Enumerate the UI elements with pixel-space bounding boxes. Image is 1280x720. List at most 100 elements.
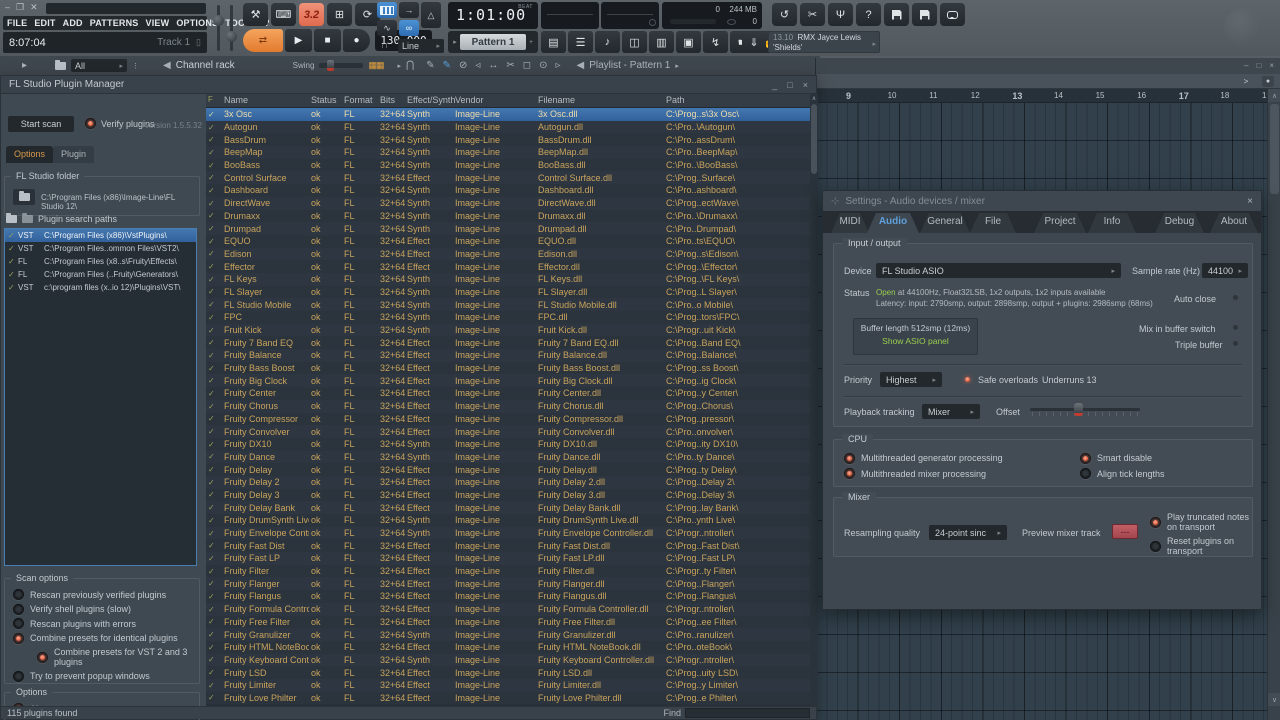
record-button[interactable]: ● [343, 29, 370, 52]
step-grid-icon[interactable]: ▦▦ [368, 60, 383, 71]
play-button[interactable]: ▶ [285, 29, 312, 52]
settings-tab-midi[interactable]: MIDI [831, 213, 869, 233]
search-path-item[interactable]: ✓FLC:\Program Files (x8..s\Fruity\Effect… [5, 255, 196, 268]
device-dropdown[interactable]: FL Studio ASIO▸ [876, 263, 1121, 278]
playlist-record-icon[interactable]: ● [1262, 76, 1274, 87]
beat-position-indicator[interactable]: 3.2 [299, 3, 324, 26]
sample-rate-dropdown[interactable]: 44100▸ [1202, 263, 1248, 278]
playlist-maximize-icon[interactable]: □ [1256, 61, 1261, 70]
table-row[interactable]: ✓Fruity ConvolverokFL32+64EffectImage-Li… [206, 425, 818, 438]
table-row[interactable]: ✓Fruity CenterokFL32+64EffectImage-LineF… [206, 387, 818, 400]
cpu-option-radio[interactable] [1080, 453, 1091, 464]
column-header-format[interactable]: Format [342, 94, 378, 107]
resampling-quality-dropdown[interactable]: 24-point sinc▸ [929, 525, 1007, 540]
table-row[interactable]: ✓Fruity Big ClockokFL32+64EffectImage-Li… [206, 374, 818, 387]
mute-icon[interactable]: ◃ [475, 60, 480, 71]
app-close-icon[interactable]: ✕ [30, 2, 38, 13]
channel-rack-label[interactable]: Channel rack [176, 60, 235, 71]
preview-mixer-track-selector[interactable]: --- [1112, 524, 1138, 539]
column-header-effect-synth[interactable]: Effect/Synth [405, 94, 453, 107]
show-asio-panel-link[interactable]: Show ASIO panel [854, 336, 977, 346]
mixer-option-radio[interactable] [1150, 541, 1161, 552]
menu-item-file[interactable]: FILE [7, 18, 27, 28]
scan-option-radio[interactable] [13, 671, 24, 682]
table-row[interactable]: ✓Fruity Keyboard ControllerokFL32+64Synt… [206, 654, 818, 667]
slice-icon[interactable]: ✂ [506, 60, 514, 71]
mixer-option-radio[interactable] [1150, 517, 1161, 528]
table-row[interactable]: ✓Fruity Free FilterokFL32+64EffectImage-… [206, 616, 818, 629]
table-row[interactable]: ✓FPCokFL32+64SynthImage-LineFPC.dllC:\Pr… [206, 311, 818, 324]
playback-tracking-dropdown[interactable]: Mixer▸ [922, 404, 980, 419]
start-scan-button[interactable]: Start scan [8, 116, 74, 132]
search-path-item[interactable]: ✓FLC:\Program Files (..Fruity\Generators… [5, 268, 196, 281]
search-path-item[interactable]: ✓VSTC:\Program Files..ommon Files\VST2\ [5, 242, 196, 255]
column-header-status[interactable]: Status [309, 94, 342, 107]
play-marker-icon[interactable]: ▸ [397, 62, 401, 70]
table-scroll-thumb[interactable] [811, 104, 817, 174]
buffer-length-button[interactable]: Buffer length 512smp (12ms) Show ASIO pa… [853, 318, 978, 355]
table-row[interactable]: ✓Fruity CompressorokFL32+64EffectImage-L… [206, 413, 818, 426]
table-row[interactable]: ✓Fruity FlangerokFL32+64EffectImage-Line… [206, 577, 818, 590]
pm-tab-options[interactable]: Options [6, 146, 53, 163]
pattern-add-icon[interactable]: ⊞ [327, 3, 352, 26]
table-row[interactable]: ✓DashboardokFL32+64SynthImage-LineDashbo… [206, 184, 818, 197]
table-row[interactable]: ✓Fruity GranulizerokFL32+64SynthImage-Li… [206, 628, 818, 641]
settings-tab-general[interactable]: General [920, 213, 970, 233]
table-row[interactable]: ✓EQUOokFL32+64EffectImage-LineEQUO.dllC:… [206, 235, 818, 248]
paint-brush-icon[interactable]: ✎ [443, 60, 451, 71]
menu-item-edit[interactable]: EDIT [34, 18, 55, 28]
scan-option-radio[interactable] [13, 618, 24, 629]
settings-close-icon[interactable]: × [1247, 196, 1253, 207]
playlist-titlebar[interactable]: – □ × [816, 58, 1280, 74]
master-volume-slider[interactable] [230, 5, 233, 51]
column-header-f[interactable]: F [206, 94, 222, 107]
table-row[interactable]: ✓Fruit KickokFL32+64SynthImage-LineFruit… [206, 324, 818, 337]
settings-tab-audio[interactable]: Audio [867, 213, 919, 233]
channel-rack-icon[interactable]: ☰ [568, 31, 593, 53]
search-path-item[interactable]: ✓VSTC:\Program Files (x86)\VstPlugins\ [5, 229, 196, 242]
browse-folder-button[interactable] [13, 189, 35, 205]
pattern-prev-icon[interactable]: ▸ [450, 34, 460, 50]
pm-close-icon[interactable]: × [803, 80, 808, 90]
cut-icon[interactable]: ✂ [800, 3, 825, 26]
add-path-folder-icon[interactable] [6, 215, 17, 223]
column-header-name[interactable]: Name [222, 94, 309, 107]
table-row[interactable]: ✓BooBassokFL32+64SynthImage-LineBooBass.… [206, 159, 818, 172]
hint-panel[interactable]: 13.10 RMX Jayce Lewis 'Shields' ▸ [768, 31, 880, 53]
main-time-display[interactable]: 1:01:00 BEAT [448, 2, 538, 29]
find-input[interactable] [685, 708, 810, 718]
search-path-item[interactable]: ✓VSTc:\program files (x..io 12)\Plugins\… [5, 281, 196, 294]
slip-icon[interactable]: ⊘ [459, 60, 467, 71]
detach-dots-icon[interactable]: ⋮ [132, 62, 139, 70]
preview-icon[interactable]: ▹ [555, 60, 560, 71]
table-row[interactable]: ✓Fruity LSDokFL32+64EffectImage-LineFrui… [206, 666, 818, 679]
table-row[interactable]: ✓DirectWaveokFL32+64SynthImage-LineDirec… [206, 197, 818, 210]
settings-titlebar[interactable]: ⊹ Settings - Audio devices / mixer × [823, 191, 1261, 211]
channel-filter-dropdown[interactable]: All▸ [71, 59, 127, 72]
cpu-option-radio[interactable] [844, 468, 855, 479]
app-minimize-icon[interactable]: – [5, 2, 10, 13]
table-row[interactable]: ✓Fruity LimiterokFL32+64EffectImage-Line… [206, 679, 818, 692]
import-tool-icon[interactable]: ⇓ [742, 31, 766, 53]
pickaxe-icon[interactable]: ⚒ [243, 3, 268, 26]
playlist-minimize-icon[interactable]: – [1244, 61, 1248, 70]
column-header-path[interactable]: Path [664, 94, 818, 107]
menu-item-patterns[interactable]: PATTERNS [90, 18, 139, 28]
help-icon[interactable]: ? [856, 3, 881, 26]
pattern-song-toggle[interactable]: ⇄ [243, 29, 283, 52]
settings-tab-about[interactable]: About [1210, 213, 1258, 233]
menu-item-view[interactable]: VIEW [146, 18, 170, 28]
table-row[interactable]: ✓FL Studio MobileokFL32+64SynthImage-Lin… [206, 298, 818, 311]
app-restore-icon[interactable]: ❐ [16, 2, 24, 13]
scan-option-radio[interactable] [37, 652, 48, 663]
table-row[interactable]: ✓Fruity Delay 3okFL32+64EffectImage-Line… [206, 489, 818, 502]
clipboard-icon[interactable]: ▣ [676, 31, 701, 53]
playlist-ruler[interactable]: 910111213141516171819 [816, 89, 1267, 103]
scan-option-radio[interactable] [13, 633, 24, 644]
table-scroll-up-icon[interactable]: ∧ [810, 95, 818, 102]
table-row[interactable]: ✓Fruity Fast DistokFL32+64EffectImage-Li… [206, 539, 818, 552]
zoom-icon[interactable]: ⊙ [539, 60, 547, 71]
table-row[interactable]: ✓Fruity Bass BoostokFL32+64EffectImage-L… [206, 362, 818, 375]
menu-item-add[interactable]: ADD [63, 18, 83, 28]
table-row[interactable]: ✓Fruity Delay 2okFL32+64EffectImage-Line… [206, 476, 818, 489]
